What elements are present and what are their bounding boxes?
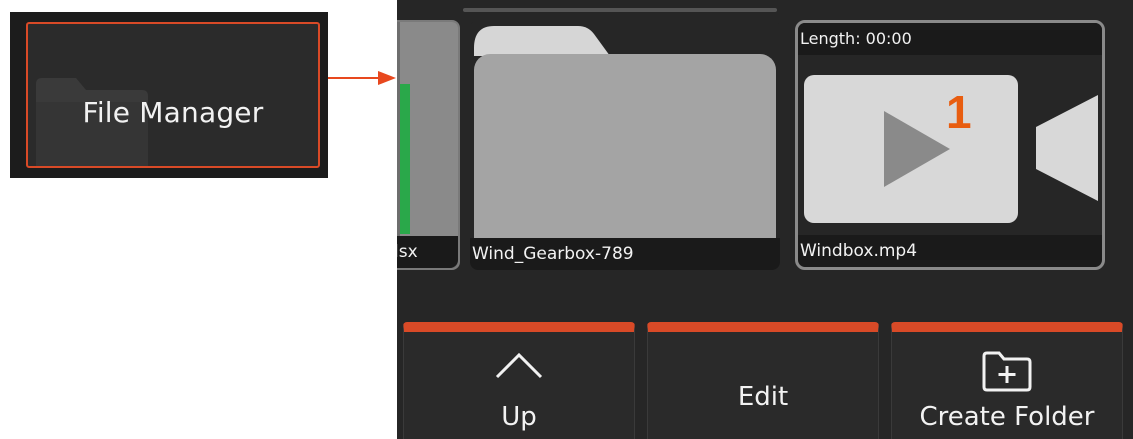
file-name: lsx: [397, 236, 458, 268]
arrow-right-icon: [328, 71, 396, 85]
file-tile-spreadsheet[interactable]: lsx: [397, 20, 460, 270]
folder-icon: [474, 26, 776, 268]
video-badge: 1: [946, 86, 972, 138]
page: File Manager lsx Wind_Gearbox-789 Length…: [0, 0, 1133, 439]
scroll-indicator[interactable]: [463, 8, 777, 12]
spreadsheet-icon: [400, 84, 410, 234]
camera-lens-icon: [1036, 95, 1098, 201]
create-folder-button[interactable]: Create Folder: [891, 322, 1123, 439]
up-button[interactable]: Up: [403, 322, 635, 439]
file-manager-label: File Manager: [82, 96, 264, 129]
play-icon: [884, 111, 950, 187]
file-name: Windbox.mp4: [798, 235, 1102, 267]
edit-label: Edit: [737, 382, 789, 412]
edit-button[interactable]: Edit: [647, 322, 879, 439]
chevron-up-icon: [404, 352, 634, 380]
file-manager-button[interactable]: File Manager: [26, 22, 320, 168]
video-length: Length: 00:00: [798, 23, 1102, 55]
create-folder-label: Create Folder: [919, 402, 1095, 432]
video-tile[interactable]: Length: 00:00 1 Windbox.mp4: [795, 20, 1105, 270]
file-manager-callout: File Manager: [10, 12, 328, 178]
folder-plus-icon: [892, 350, 1122, 392]
file-browser-panel: lsx Wind_Gearbox-789 Length: 00:00 1 Win…: [397, 0, 1133, 439]
folder-tile[interactable]: Wind_Gearbox-789: [470, 20, 780, 270]
file-name: Wind_Gearbox-789: [470, 238, 780, 270]
up-label: Up: [501, 402, 537, 432]
